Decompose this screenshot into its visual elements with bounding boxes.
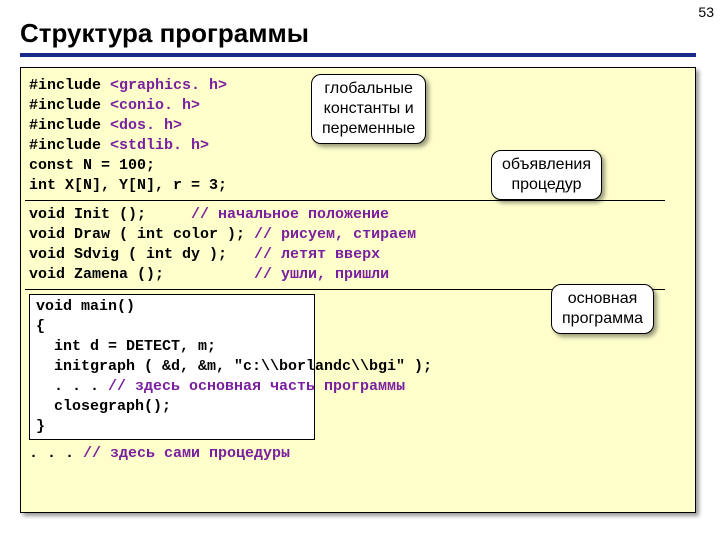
comment-text: // здесь основная часть программы: [108, 378, 405, 395]
code-line: initgraph ( &d, &m, "c:\\borlandc\\bgi" …: [36, 357, 308, 377]
code-area: #include <graphics. h> #include <conio. …: [20, 67, 696, 513]
code-line: }: [36, 417, 308, 437]
decl-text: void Draw ( int color );: [29, 226, 254, 243]
code-line: void Draw ( int color ); // рисуем, стир…: [29, 225, 687, 245]
keyword-include: #include: [29, 97, 110, 114]
code-line: . . . // здесь основная часть программы: [36, 377, 308, 397]
callout-line: объявления: [502, 155, 591, 175]
callout-line: константы и: [322, 99, 415, 119]
callout-line: основная: [562, 289, 643, 309]
callout-main: основная программа: [551, 284, 654, 334]
header-file: <graphics. h>: [110, 77, 227, 94]
code-text: . . .: [29, 445, 83, 462]
comment-text: // ушли, пришли: [254, 266, 389, 283]
page-number: 53: [698, 4, 714, 20]
header-file: <conio. h>: [110, 97, 200, 114]
code-line: void Init (); // начальное положение: [29, 205, 687, 225]
comment-text: // здесь сами процедуры: [83, 445, 290, 462]
header-file: <dos. h>: [110, 117, 182, 134]
header-file: <stdlib. h>: [110, 137, 209, 154]
keyword-include: #include: [29, 137, 110, 154]
code-line: {: [36, 317, 308, 337]
code-text: . . .: [36, 378, 108, 395]
section-divider: [25, 200, 665, 201]
code-line: closegraph();: [36, 397, 308, 417]
slide-title: Структура программы: [20, 18, 696, 49]
callout-declarations: объявления процедур: [491, 150, 602, 200]
comment-text: // рисуем, стираем: [254, 226, 416, 243]
main-block: void main() { int d = DETECT, m; initgra…: [29, 294, 315, 440]
callout-globals: глобальные константы и переменные: [311, 74, 426, 144]
code-line: int d = DETECT, m;: [36, 337, 308, 357]
decl-text: void Sdvig ( int dy );: [29, 246, 254, 263]
keyword-include: #include: [29, 77, 110, 94]
title-separator: [20, 53, 696, 57]
code-line: void Zamena (); // ушли, пришли: [29, 265, 687, 285]
code-line: void Sdvig ( int dy ); // летят вверх: [29, 245, 687, 265]
keyword-include: #include: [29, 117, 110, 134]
slide: Структура программы #include <graphics. …: [20, 18, 696, 513]
callout-line: программа: [562, 309, 643, 329]
decl-text: void Init ();: [29, 206, 191, 223]
code-line: . . . // здесь сами процедуры: [29, 444, 687, 464]
callout-line: переменные: [322, 119, 415, 139]
callout-line: глобальные: [322, 79, 415, 99]
decl-text: void Zamena ();: [29, 266, 254, 283]
callout-line: процедур: [502, 175, 591, 195]
code-line: void main(): [36, 297, 308, 317]
comment-text: // летят вверх: [254, 246, 380, 263]
comment-text: // начальное положение: [191, 206, 389, 223]
